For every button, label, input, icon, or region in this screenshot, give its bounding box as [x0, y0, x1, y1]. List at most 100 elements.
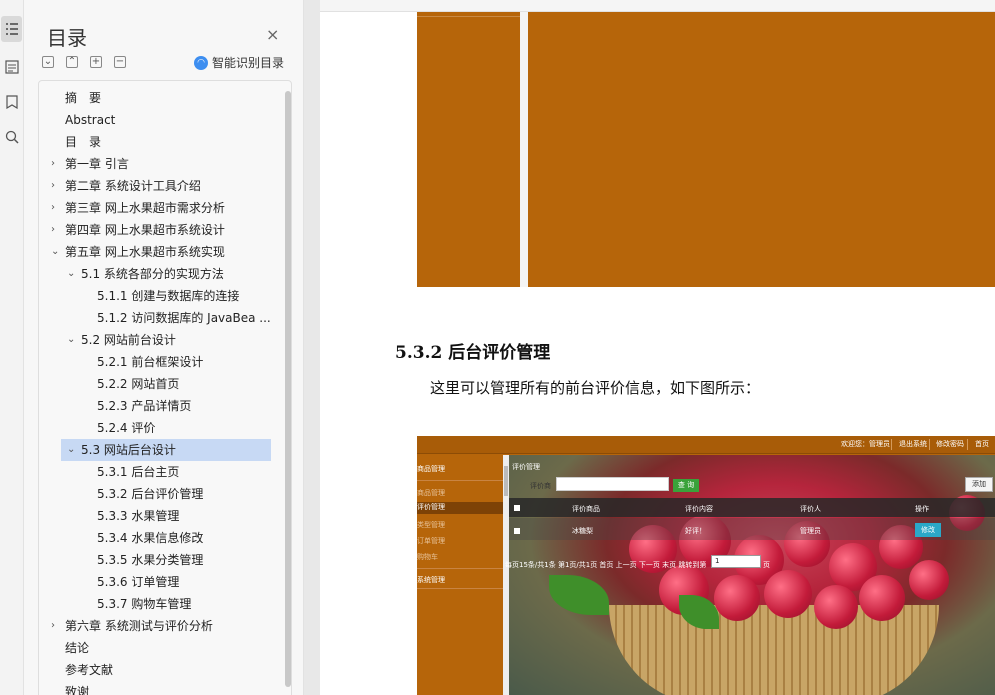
toc-item[interactable]: 致谢 [65, 681, 89, 695]
raspberry [909, 560, 949, 600]
toc-item[interactable]: 5.1.1 创建与数据库的连接 [97, 285, 239, 307]
toc-item[interactable]: › 第一章 引言 [51, 153, 129, 175]
edit-button: 修改 [915, 523, 941, 537]
raspberry [764, 570, 812, 618]
toc-item[interactable]: 5.2.3 产品详情页 [97, 395, 191, 417]
toc-item[interactable]: 5.2.1 前台框架设计 [97, 351, 203, 373]
toc-item[interactable]: 结论 [65, 637, 89, 659]
side-item: 订单管理 [417, 537, 445, 545]
toc-item[interactable]: 参考文献 [65, 659, 113, 681]
page-select: 1 [711, 555, 761, 568]
toc-item[interactable]: 5.2.2 网站首页 [97, 373, 179, 395]
toc-item[interactable]: ⌄ 第五章 网上水果超市系统实现 [51, 241, 225, 263]
raspberry [714, 575, 760, 621]
side-item: 系统管理 [417, 576, 445, 584]
remove-level-icon[interactable]: − [114, 56, 126, 68]
raspberry [859, 575, 905, 621]
toc-list: 摘 要 Abstract 目 录 › 第一章 引言 › 第二章 系统设计工具介绍 ›… [38, 80, 292, 695]
smart-recognize-icon: ◠ [194, 55, 208, 70]
side-item-active: 评价管理 [417, 502, 503, 514]
search-input [556, 477, 669, 491]
divider [967, 439, 968, 450]
figure-stripe [417, 16, 520, 17]
cell-product: 冰糖梨 [572, 527, 593, 535]
change-password-link: 修改密码 [936, 440, 964, 448]
side-item: 商品管理 [417, 465, 445, 473]
smart-toc-label: 智能识别目录 [212, 56, 285, 70]
toc-item[interactable]: 5.3.4 水果信息修改 [97, 527, 203, 549]
toc-item-selected[interactable]: ⌄ 5.3 网站后台设计 [61, 439, 271, 461]
chevron-right-icon[interactable]: › [51, 615, 55, 637]
toc-item[interactable]: › 第六章 系统测试与评价分析 [51, 615, 213, 637]
figure-panel-right [528, 12, 995, 287]
logout-link: 退出系统 [899, 440, 927, 448]
toc-item[interactable]: Abstract [65, 109, 115, 131]
chevron-right-icon[interactable]: › [51, 197, 55, 219]
panel-title: 评价管理 [512, 463, 540, 471]
admin-scroll-thumb [504, 466, 508, 496]
toc-item[interactable]: 5.3.5 水果分类管理 [97, 549, 203, 571]
toc-item[interactable]: 目 录 [65, 131, 101, 153]
cell-content: 好评！ [685, 527, 706, 535]
embedded-screenshot: 欢迎您：管理员 退出系统 修改密码 首页 商品管理 商品管理 评价管理 类型管理… [417, 436, 995, 695]
list-icon[interactable] [1, 54, 22, 80]
chevron-down-icon[interactable]: ⌄ [67, 329, 75, 351]
expand-up-icon[interactable]: ⌃ [66, 56, 78, 68]
pagination-suffix: 页 [763, 561, 770, 569]
pagination-text: 每页15条/共1条 第1页/共1页 首页 上一页 下一页 末页 跳转到第 [505, 561, 707, 569]
chevron-down-icon[interactable]: ⌄ [67, 263, 75, 285]
toc-item[interactable]: 5.3.7 购物车管理 [97, 593, 191, 615]
toc-panel-icon[interactable] [1, 16, 22, 42]
toc-title: 目录 [47, 26, 87, 50]
bookmark-icon[interactable] [1, 89, 22, 115]
toc-item[interactable]: › 第三章 网上水果超市需求分析 [51, 197, 225, 219]
page-gutter [304, 0, 320, 695]
column-header: 操作 [915, 505, 929, 513]
home-link: 首页 [975, 440, 989, 448]
toc-item[interactable]: 5.3.3 水果管理 [97, 505, 179, 527]
toc-item[interactable]: 摘 要 [65, 87, 101, 109]
close-icon[interactable]: × [266, 26, 279, 44]
column-header: 评价人 [800, 505, 821, 513]
toc-item[interactable]: 5.1.2 访问数据库的 JavaBea ... [97, 307, 271, 329]
raspberry [814, 585, 858, 629]
toc-scrollbar[interactable] [285, 91, 291, 687]
chevron-down-icon[interactable]: ⌄ [67, 439, 75, 461]
toc-item[interactable]: › 第四章 网上水果超市系统设计 [51, 219, 225, 241]
toc-item[interactable]: › 第二章 系统设计工具介绍 [51, 175, 201, 197]
divider [891, 439, 892, 450]
leaf [549, 575, 609, 615]
collapse-all-icon[interactable]: ⌄ [42, 56, 54, 68]
column-header: 评价内容 [685, 505, 713, 513]
toc-item[interactable]: ⌄ 5.2 网站前台设计 [67, 329, 176, 351]
welcome-text: 欢迎您：管理员 [841, 440, 890, 448]
toc-item[interactable]: 5.3.6 订单管理 [97, 571, 179, 593]
add-level-icon[interactable]: + [90, 56, 102, 68]
checkbox [514, 505, 520, 511]
section-heading: 5.3.2 后台评价管理 [395, 343, 551, 363]
toc-panel: 目录 × ⌄ ⌃ + − ◠ 智能识别目录 摘 要 Abstract 目 录 ›… [24, 0, 304, 695]
add-button: 添加 [965, 477, 993, 492]
column-header: 评价商品 [572, 505, 600, 513]
find-icon[interactable] [1, 124, 22, 150]
toc-item[interactable]: ⌄ 5.1 系统各部分的实现方法 [67, 263, 224, 285]
smart-toc-button[interactable]: ◠ 智能识别目录 [194, 54, 284, 71]
divider [929, 439, 930, 450]
side-item: 购物车 [417, 553, 438, 561]
raspberry-background-image [509, 455, 995, 695]
divider [417, 568, 503, 569]
figure-panel-left [417, 12, 520, 287]
toc-item[interactable]: 5.3.2 后台评价管理 [97, 483, 203, 505]
chevron-right-icon[interactable]: › [51, 219, 55, 241]
chevron-right-icon[interactable]: › [51, 153, 55, 175]
cell-person: 管理员 [800, 527, 821, 535]
side-item: 类型管理 [417, 521, 445, 529]
chevron-down-icon[interactable]: ⌄ [51, 241, 59, 263]
chevron-right-icon[interactable]: › [51, 175, 55, 197]
left-icon-rail [0, 0, 24, 695]
divider [417, 480, 503, 481]
divider [417, 588, 503, 589]
ruler-strip [320, 0, 995, 12]
toc-item[interactable]: 5.3.1 后台主页 [97, 461, 179, 483]
toc-item[interactable]: 5.2.4 评价 [97, 417, 155, 439]
